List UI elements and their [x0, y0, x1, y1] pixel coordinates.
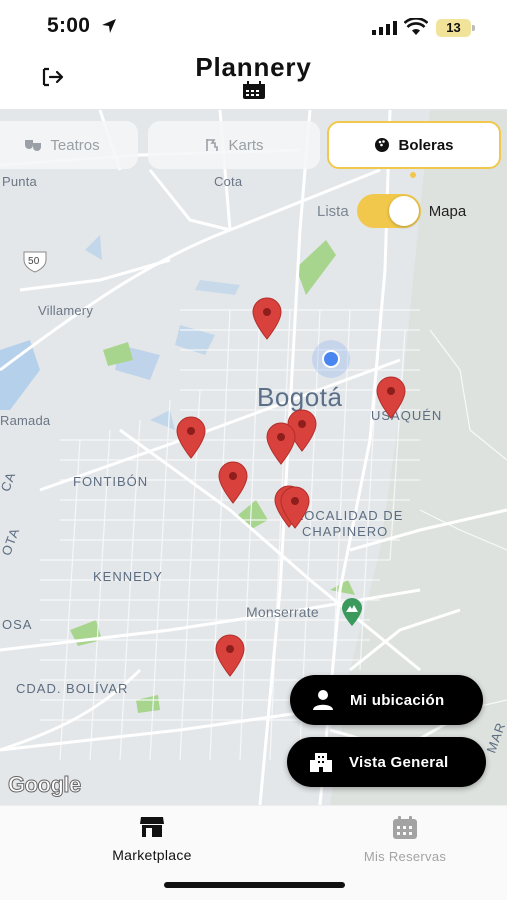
map-label-fontibon: FONTIBÓN: [73, 474, 149, 489]
map-label-kennedy: KENNEDY: [93, 569, 163, 584]
map-marker-6[interactable]: [217, 460, 249, 504]
status-time: 5:00: [47, 14, 91, 37]
map-marker-9[interactable]: [214, 633, 246, 677]
calendar-icon: [393, 816, 417, 839]
map-label-chapinero-1: LOCALIDAD DE: [296, 508, 404, 523]
wifi-icon: [404, 18, 428, 35]
switch-knob: [388, 196, 419, 226]
kart-icon: [206, 139, 219, 151]
app-title: Plannery: [195, 52, 312, 82]
home-indicator: [164, 882, 345, 888]
map-label-villamery: Villamery: [38, 303, 94, 318]
toggle-label-mapa[interactable]: Mapa: [429, 203, 467, 220]
tab-teatros-label: Teatros: [50, 136, 100, 154]
theater-icon: [25, 140, 42, 151]
overview-button[interactable]: Vista General: [287, 737, 486, 787]
toggle-label-lista[interactable]: Lista: [317, 203, 349, 220]
map-label-punta: Punta: [2, 174, 37, 189]
map-label-chapinero-2: CHAPINERO: [302, 524, 389, 539]
tab-boleras[interactable]: Boleras: [327, 121, 501, 169]
monserrate-poi-icon[interactable]: [340, 597, 364, 627]
google-attribution: Google: [8, 772, 82, 798]
map-label-cdad-bolivar: CDAD. BOLÍVAR: [16, 681, 129, 696]
battery-indicator: 13: [436, 19, 471, 37]
map-marker-1[interactable]: [251, 296, 283, 340]
status-bar: 5:00 13: [0, 0, 507, 52]
my-location-label: Mi ubicación: [350, 691, 445, 709]
route-number: 50: [28, 256, 40, 267]
map-marker-3[interactable]: [175, 415, 207, 459]
signal-icon: [372, 21, 397, 35]
tab-karts[interactable]: Karts: [148, 121, 320, 169]
map-marker-2[interactable]: [375, 375, 407, 419]
overview-label: Vista General: [349, 753, 449, 771]
tab-karts-label: Karts: [228, 136, 264, 154]
nav-marketplace[interactable]: Marketplace: [72, 816, 232, 863]
map-label-bosa: OSA: [2, 617, 33, 632]
my-location-button[interactable]: Mi ubicación: [290, 675, 483, 725]
user-location-dot: [312, 340, 350, 378]
map-label-ramada: Ramada: [0, 413, 51, 428]
map-marker-5[interactable]: [265, 421, 297, 465]
tab-boleras-label: Boleras: [398, 136, 454, 154]
map-label-monserrate: Monserrate: [246, 604, 319, 620]
bowling-icon: [375, 138, 390, 152]
map-view[interactable]: Punta Cota 50 Villamery Ramada Bogotá US…: [0, 110, 507, 805]
map-label-cota: Cota: [214, 174, 243, 189]
nav-marketplace-label: Marketplace: [112, 847, 192, 863]
view-switch[interactable]: [356, 194, 421, 228]
tab-teatros[interactable]: Teatros: [0, 121, 138, 169]
active-tab-indicator: [410, 172, 416, 178]
battery-tip: [472, 25, 475, 31]
app-header: Plannery: [0, 52, 507, 110]
location-arrow-icon: [102, 19, 116, 33]
map-marker-8[interactable]: [279, 485, 311, 529]
nav-mis-reservas[interactable]: Mis Reservas: [325, 816, 485, 864]
calendar-logo-icon: [243, 81, 265, 99]
view-toggle[interactable]: Lista Mapa: [317, 194, 466, 228]
person-icon: [312, 689, 334, 711]
nav-mis-reservas-label: Mis Reservas: [363, 849, 447, 864]
buildings-icon: [309, 751, 333, 773]
store-icon: [140, 817, 164, 837]
